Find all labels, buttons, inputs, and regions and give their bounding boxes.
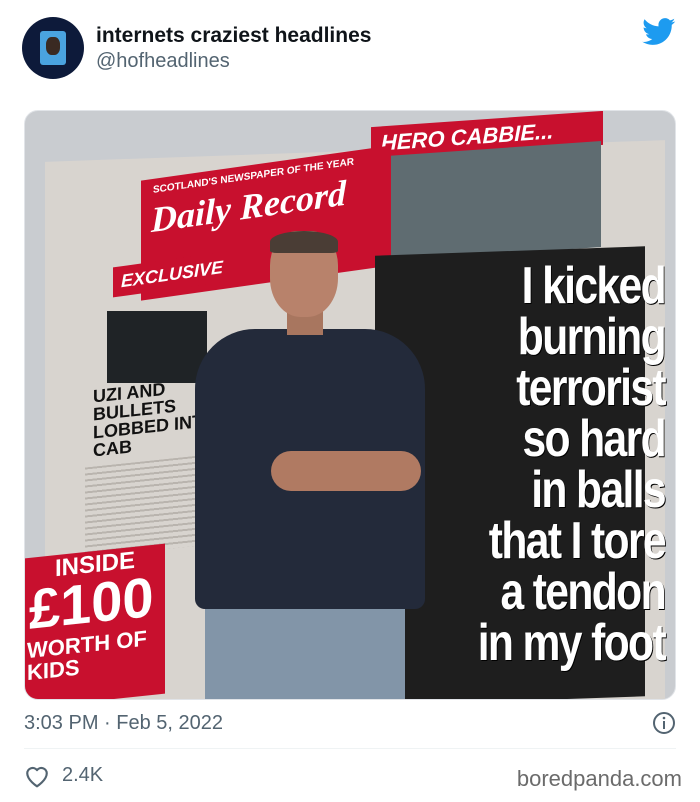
- headline-line: that I tore: [488, 512, 667, 570]
- info-icon[interactable]: [652, 711, 676, 735]
- tweet-header: internets craziest headlines @hofheadlin…: [0, 0, 700, 100]
- tweet-image[interactable]: HERO CABBIE... SCOTLAND'S NEWSPAPER OF T…: [24, 110, 676, 700]
- tweet-timestamp[interactable]: 3:03 PM · Feb 5, 2022: [24, 712, 223, 735]
- headline-line: a tendon: [500, 563, 666, 621]
- headline-line: in balls: [531, 461, 666, 519]
- tweet-divider: [24, 748, 676, 749]
- headline-line: I kicked: [521, 257, 667, 315]
- twitter-bird-icon[interactable]: [642, 18, 676, 46]
- user-handle[interactable]: @hofheadlines: [96, 50, 230, 73]
- headline-line: burning: [517, 308, 667, 366]
- like-count: 2.4K: [62, 764, 104, 786]
- headline-line: terrorist: [516, 359, 666, 417]
- display-name[interactable]: internets craziest headlines: [96, 24, 371, 48]
- headline-line: so hard: [522, 410, 666, 468]
- watermark: boredpanda.com: [516, 766, 682, 791]
- inside-promo: INSIDE £100 WORTH OF KIDS: [25, 543, 165, 699]
- heart-icon[interactable]: [24, 764, 50, 788]
- main-headline: I kicked burning terrorist so hard in ba…: [365, 257, 667, 672]
- headline-line: in my foot: [477, 614, 667, 672]
- profile-avatar[interactable]: [22, 17, 84, 79]
